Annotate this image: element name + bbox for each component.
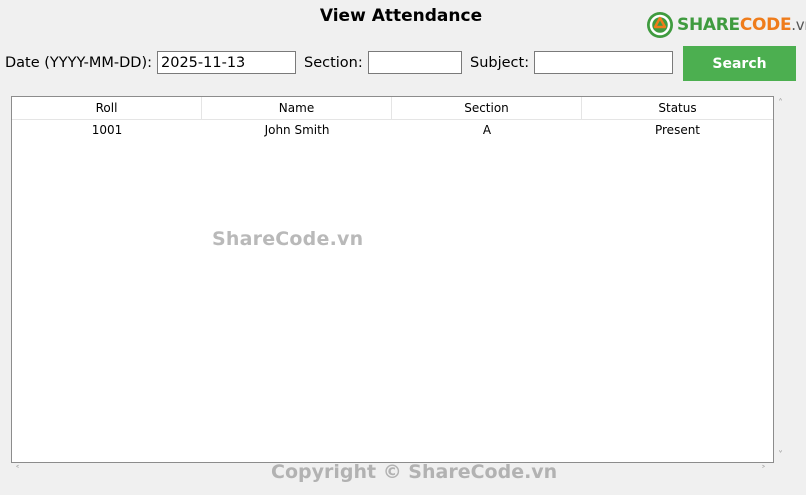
watermark-copyright: Copyright © ShareCode.vn: [271, 461, 558, 483]
cell-status: Present: [654, 123, 701, 137]
search-button[interactable]: Search: [683, 46, 796, 81]
column-header-roll[interactable]: Roll: [12, 97, 202, 119]
sharecode-logo: SHARECODE.vn: [646, 10, 806, 40]
section-label: Section:: [304, 55, 363, 71]
date-label: Date (YYYY-MM-DD):: [5, 55, 152, 71]
cell-section: A: [482, 123, 492, 137]
scroll-right-icon[interactable]: ˃: [761, 466, 766, 476]
table-row[interactable]: 1001 John Smith A Present: [12, 120, 773, 140]
subject-label: Subject:: [470, 55, 530, 71]
column-header-status[interactable]: Status: [582, 97, 773, 119]
scroll-up-icon[interactable]: ˄: [778, 99, 783, 109]
cell-roll: 1001: [91, 123, 123, 137]
section-input[interactable]: [368, 51, 462, 74]
table-header: Roll Name Section Status: [12, 97, 773, 120]
cell-name: John Smith: [264, 123, 330, 137]
attendance-table[interactable]: Roll Name Section Status 1001 John Smith…: [11, 96, 774, 463]
scroll-down-icon[interactable]: ˅: [778, 451, 783, 461]
subject-input[interactable]: [534, 51, 673, 74]
date-input[interactable]: [157, 51, 296, 74]
watermark-center: ShareCode.vn: [212, 228, 364, 250]
column-header-name[interactable]: Name: [202, 97, 392, 119]
logo-text: SHARECODE.vn: [677, 15, 806, 35]
recycle-logo-icon: [647, 12, 673, 38]
column-header-section[interactable]: Section: [392, 97, 582, 119]
scroll-left-icon[interactable]: ˂: [15, 466, 20, 476]
vertical-scrollbar[interactable]: ˄ ˅: [774, 96, 791, 463]
